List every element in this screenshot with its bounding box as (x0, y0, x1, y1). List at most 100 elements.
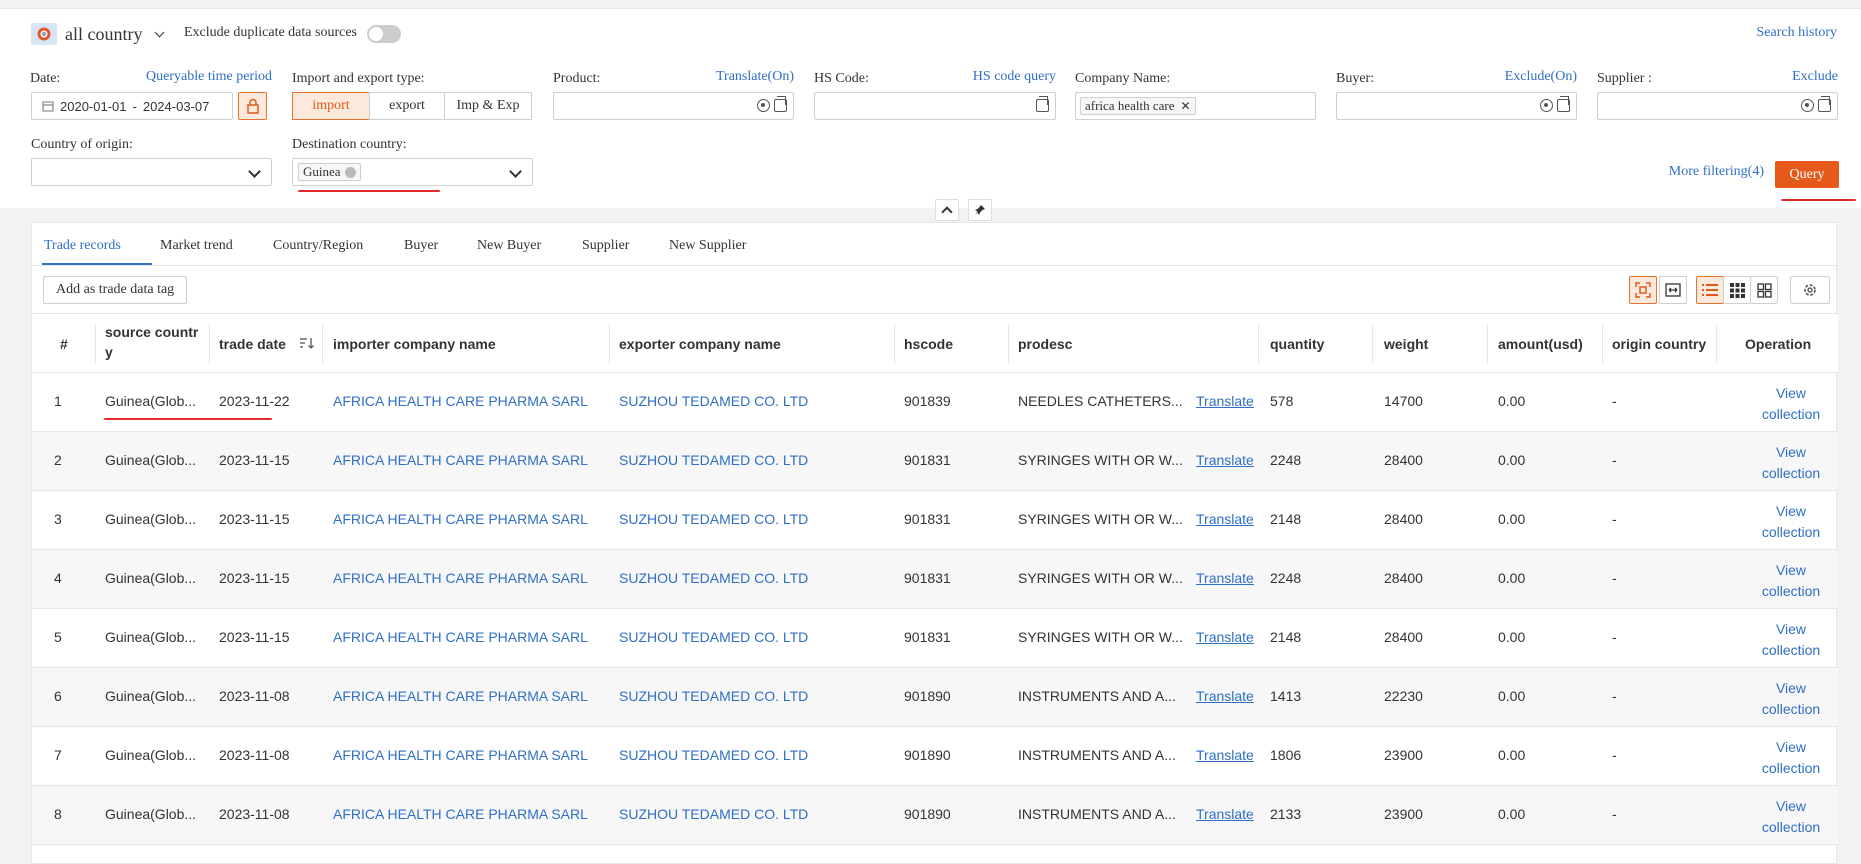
column-divider (95, 324, 96, 364)
results-panel: Trade records Market trend Country/Regio… (31, 222, 1838, 864)
copy-icon[interactable] (774, 96, 787, 112)
cell-quantity: 2133 (1270, 806, 1302, 822)
collapse-panel-button[interactable] (935, 199, 959, 221)
buyer-exclude-link[interactable]: Exclude(On) (1470, 69, 1577, 85)
cell-exporter[interactable]: SUZHOU TEDAMED CO. LTD (619, 511, 808, 527)
cell-exporter[interactable]: SUZHOU TEDAMED CO. LTD (619, 688, 808, 704)
country-scope-selector[interactable]: all country (31, 23, 165, 45)
tab-new-supplier[interactable]: New Supplier (669, 238, 746, 254)
close-icon[interactable]: ✕ (1180, 98, 1190, 114)
cell-translate[interactable]: Translate (1196, 629, 1254, 645)
view-collection-link[interactable]: View collection (1736, 383, 1846, 425)
cell-hscode: 901831 (904, 452, 951, 468)
date-range-input[interactable]: 2020-01-01 - 2024-03-07 (31, 92, 233, 120)
copy-icon[interactable] (1036, 96, 1049, 112)
col-importer: importer company name (333, 336, 496, 352)
cell-importer[interactable]: AFRICA HEALTH CARE PHARMA SARL (333, 747, 588, 763)
trade-type-import[interactable]: import (292, 92, 370, 120)
target-icon[interactable] (1801, 99, 1814, 112)
lock-date-button[interactable] (238, 92, 267, 120)
target-icon[interactable] (1540, 99, 1553, 112)
tab-supplier[interactable]: Supplier (582, 238, 629, 254)
cell-importer[interactable]: AFRICA HEALTH CARE PHARMA SARL (333, 511, 588, 527)
grid-view-button[interactable] (1723, 276, 1751, 304)
cell-importer[interactable]: AFRICA HEALTH CARE PHARMA SARL (333, 688, 588, 704)
cell-translate[interactable]: Translate (1196, 393, 1254, 409)
buyer-input[interactable] (1336, 92, 1577, 120)
card-view-button[interactable] (1750, 276, 1778, 304)
view-collection-link[interactable]: View collection (1736, 678, 1846, 720)
tab-new-buyer[interactable]: New Buyer (477, 238, 541, 254)
view-collection-link[interactable]: View collection (1736, 796, 1846, 838)
table-settings-button[interactable] (1790, 276, 1830, 304)
clear-icon[interactable] (344, 166, 356, 178)
cell-translate[interactable]: Translate (1196, 452, 1254, 468)
cell-weight: 23900 (1384, 806, 1423, 822)
table-row: 6 Guinea(Glob... 2023-11-08 AFRICA HEALTH C… (32, 668, 1838, 727)
company-name-input[interactable]: africa health care ✕ (1075, 92, 1316, 120)
cell-exporter[interactable]: SUZHOU TEDAMED CO. LTD (619, 747, 808, 763)
view-collection-link[interactable]: View collection (1736, 560, 1846, 602)
tab-buyer[interactable]: Buyer (404, 238, 438, 254)
tab-country-region[interactable]: Country/Region (273, 238, 363, 254)
cell-amount: 0.00 (1498, 747, 1526, 763)
table-row: 2 Guinea(Glob... 2023-11-15 AFRICA HEALTH C… (32, 432, 1838, 491)
cell-importer[interactable]: AFRICA HEALTH CARE PHARMA SARL (333, 570, 588, 586)
expand-width-button[interactable] (1659, 276, 1687, 304)
view-collection-link[interactable]: View collection (1736, 737, 1846, 779)
view-collection-link[interactable]: View collection (1736, 501, 1846, 543)
queryable-period-link[interactable]: Queryable time period (140, 69, 272, 85)
fit-view-button[interactable] (1629, 276, 1657, 304)
column-divider (322, 324, 323, 364)
table-row: 8 Guinea(Glob... 2023-11-08 AFRICA HEALTH C… (32, 786, 1838, 845)
cell-translate[interactable]: Translate (1196, 511, 1254, 527)
tab-trade-records[interactable]: Trade records (44, 238, 121, 254)
product-input[interactable] (553, 92, 794, 120)
cell-prodesc: INSTRUMENTS AND A... (1018, 806, 1176, 822)
supplier-input[interactable] (1597, 92, 1838, 120)
cell-prodesc: SYRINGES WITH OR W... (1018, 452, 1183, 468)
cell-importer[interactable]: AFRICA HEALTH CARE PHARMA SARL (333, 806, 588, 822)
cell-exporter[interactable]: SUZHOU TEDAMED CO. LTD (619, 629, 808, 645)
cell-amount: 0.00 (1498, 393, 1526, 409)
view-collection-link[interactable]: View collection (1736, 442, 1846, 484)
query-button[interactable]: Query (1775, 161, 1839, 188)
cell-exporter[interactable]: SUZHOU TEDAMED CO. LTD (619, 452, 808, 468)
cell-importer[interactable]: AFRICA HEALTH CARE PHARMA SARL (333, 452, 588, 468)
destination-country-select[interactable]: Guinea (292, 158, 533, 186)
cell-translate[interactable]: Translate (1196, 688, 1254, 704)
view-collection-link[interactable]: View collection (1736, 619, 1846, 661)
origin-country-select[interactable] (31, 158, 272, 186)
col-trade-date[interactable]: trade date (219, 334, 286, 354)
hs-code-input[interactable] (814, 92, 1056, 120)
cell-exporter[interactable]: SUZHOU TEDAMED CO. LTD (619, 570, 808, 586)
hs-code-query-link[interactable]: HS code query (930, 69, 1056, 85)
cell-exporter[interactable]: SUZHOU TEDAMED CO. LTD (619, 393, 808, 409)
add-trade-tag-button[interactable]: Add as trade data tag (43, 276, 188, 304)
target-icon[interactable] (757, 99, 770, 112)
col-source-country[interactable]: source countr y (105, 322, 205, 362)
cell-exporter[interactable]: SUZHOU TEDAMED CO. LTD (619, 806, 808, 822)
more-filtering-link[interactable]: More filtering(4) (1620, 164, 1764, 180)
exclude-duplicate-toggle[interactable] (367, 25, 401, 43)
list-view-button[interactable] (1696, 276, 1724, 304)
cell-translate[interactable]: Translate (1196, 806, 1254, 822)
sort-icon[interactable] (299, 336, 315, 355)
tab-market-trend[interactable]: Market trend (160, 238, 233, 254)
cell-translate[interactable]: Translate (1196, 570, 1254, 586)
cell-hscode: 901839 (904, 393, 951, 409)
pin-panel-button[interactable] (968, 199, 992, 221)
col-prodesc: prodesc (1018, 336, 1073, 352)
cell-importer[interactable]: AFRICA HEALTH CARE PHARMA SARL (333, 393, 588, 409)
view-collection-line1: View (1775, 798, 1807, 814)
product-translate-link[interactable]: Translate(On) (680, 69, 794, 85)
copy-icon[interactable] (1818, 96, 1831, 112)
cell-importer[interactable]: AFRICA HEALTH CARE PHARMA SARL (333, 629, 588, 645)
trade-type-export[interactable]: export (369, 92, 445, 120)
cell-translate[interactable]: Translate (1196, 747, 1254, 763)
supplier-exclude-link[interactable]: Exclude (1760, 69, 1838, 85)
copy-icon[interactable] (1557, 96, 1570, 112)
cell-weight: 28400 (1384, 511, 1423, 527)
search-history-link[interactable]: Search history (1757, 25, 1837, 41)
trade-type-both[interactable]: Imp & Exp (444, 92, 532, 120)
